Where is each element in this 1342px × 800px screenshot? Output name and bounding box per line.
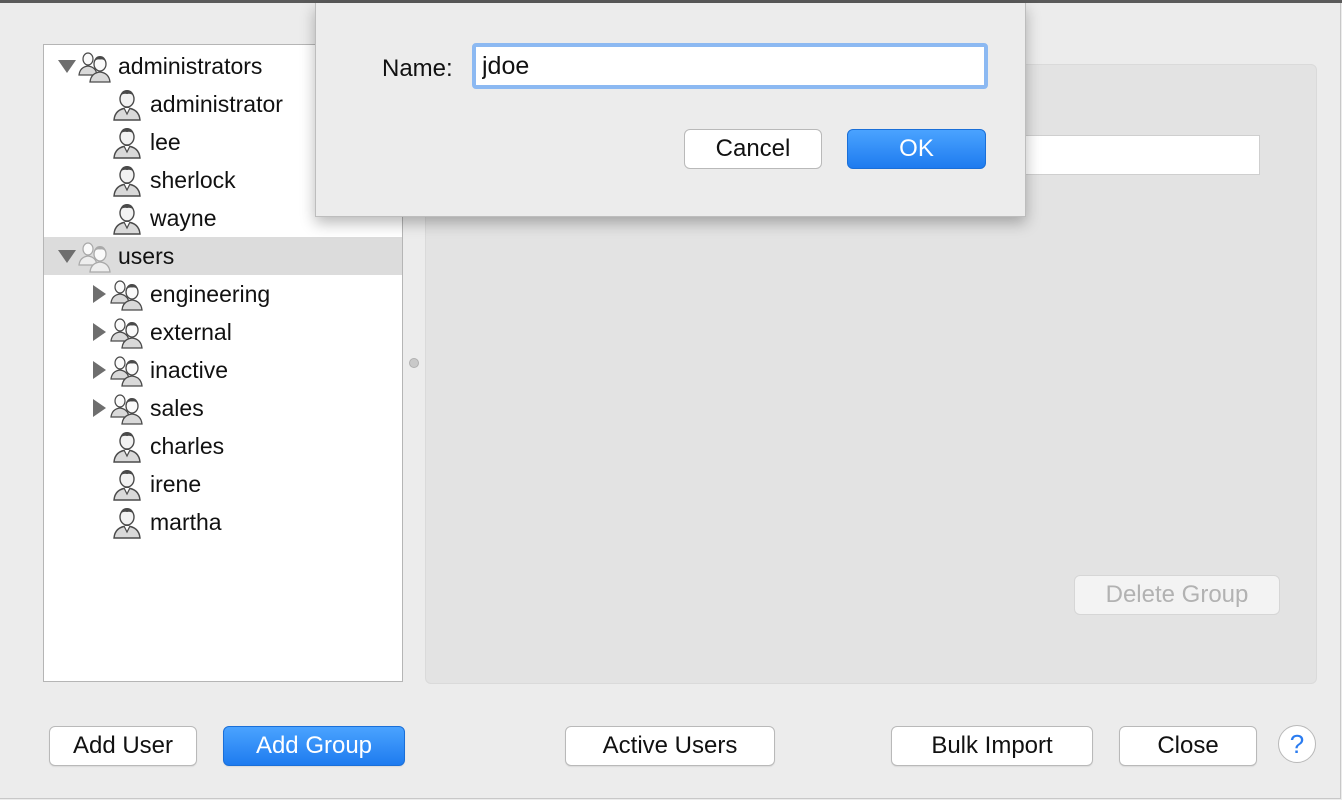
- tree-row-users[interactable]: users: [44, 237, 402, 275]
- tree-row-label: irene: [150, 471, 202, 497]
- group-icon: [110, 353, 144, 387]
- group-icon: [78, 49, 112, 83]
- tree-row-external[interactable]: external: [44, 313, 402, 351]
- tree-row-engineering[interactable]: engineering: [44, 275, 402, 313]
- disclosure-collapsed-icon[interactable]: [93, 285, 106, 303]
- disclosure-collapsed-icon[interactable]: [93, 399, 106, 417]
- tree-row-label: lee: [150, 129, 181, 155]
- user-icon: [110, 125, 144, 159]
- disclosure-expanded-icon[interactable]: [58, 250, 76, 263]
- tree-row-label: engineering: [150, 281, 271, 307]
- user-icon: [110, 163, 144, 197]
- splitter-handle[interactable]: [409, 358, 419, 368]
- group-name-field[interactable]: [1000, 135, 1260, 175]
- disclosure-expanded-icon[interactable]: [58, 60, 76, 73]
- cancel-button[interactable]: Cancel: [684, 129, 822, 169]
- group-icon: [78, 239, 112, 273]
- user-icon: [110, 467, 144, 501]
- name-input[interactable]: [472, 43, 988, 89]
- user-icon: [110, 505, 144, 539]
- close-button[interactable]: Close: [1119, 726, 1257, 766]
- tree-row-sales[interactable]: sales: [44, 389, 402, 427]
- group-icon: [110, 315, 144, 349]
- name-label: Name:: [382, 55, 453, 82]
- bulk-import-button[interactable]: Bulk Import: [891, 726, 1093, 766]
- tree-row-label: sherlock: [150, 167, 236, 193]
- active-users-button[interactable]: Active Users: [565, 726, 775, 766]
- tree-row-label: martha: [150, 509, 222, 535]
- tree-row-label: users: [118, 243, 175, 269]
- tree-row-inactive[interactable]: inactive: [44, 351, 402, 389]
- add-user-button[interactable]: Add User: [49, 726, 197, 766]
- tree-row-charles[interactable]: charles: [44, 427, 402, 465]
- user-icon: [110, 429, 144, 463]
- tree-row-label: external: [150, 319, 232, 345]
- group-icon: [110, 391, 144, 425]
- user-icon: [110, 87, 144, 121]
- tree-row-label: administrators: [118, 53, 263, 79]
- add-group-button[interactable]: Add Group: [223, 726, 405, 766]
- tree-row-label: sales: [150, 395, 204, 421]
- disclosure-collapsed-icon[interactable]: [93, 323, 106, 341]
- user-icon: [110, 201, 144, 235]
- group-icon: [110, 277, 144, 311]
- tree-row-label: inactive: [150, 357, 228, 383]
- help-button[interactable]: ?: [1278, 725, 1316, 763]
- tree-row-irene[interactable]: irene: [44, 465, 402, 503]
- tree-row-label: administrator: [150, 91, 283, 117]
- tree-row-label: charles: [150, 433, 225, 459]
- tree-row-martha[interactable]: martha: [44, 503, 402, 541]
- ok-button[interactable]: OK: [847, 129, 986, 169]
- delete-group-button[interactable]: Delete Group: [1074, 575, 1280, 615]
- tree-row-label: wayne: [150, 205, 217, 231]
- name-dialog: Name: Cancel OK: [315, 3, 1026, 217]
- disclosure-collapsed-icon[interactable]: [93, 361, 106, 379]
